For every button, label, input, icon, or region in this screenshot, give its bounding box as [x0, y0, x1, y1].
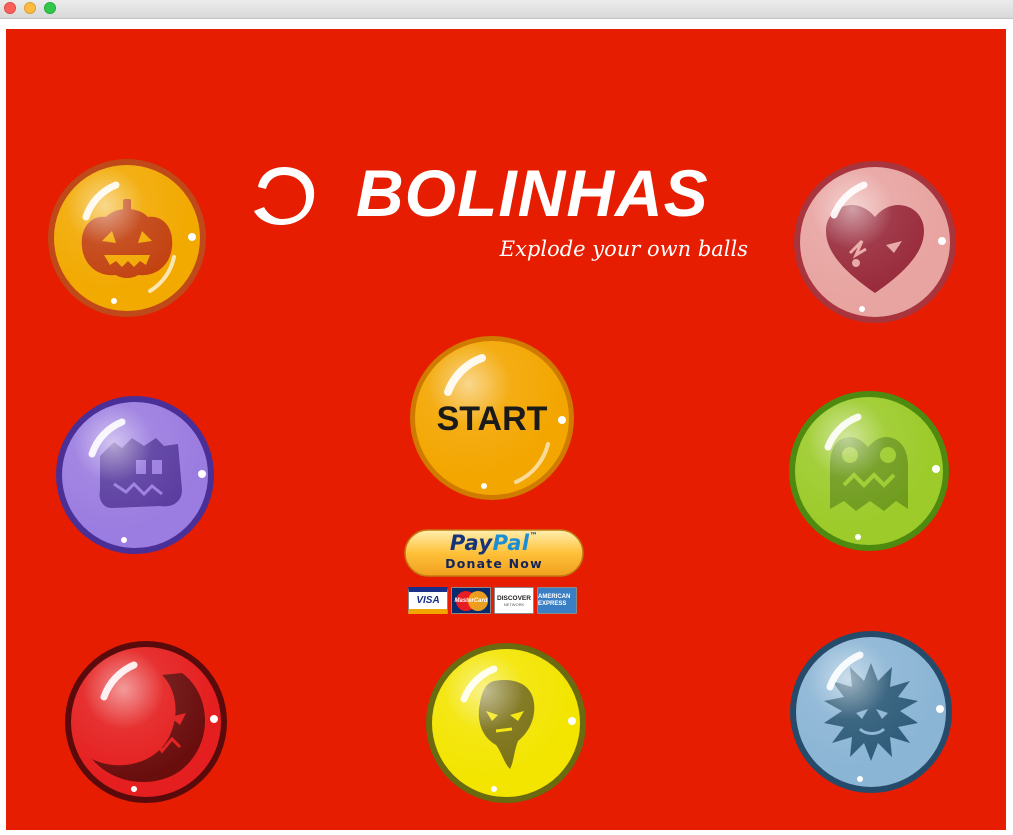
minimize-window-button[interactable] — [24, 2, 36, 14]
blue-spiky-ball[interactable] — [786, 629, 956, 795]
game-stage: BOLINHAS Explode your own balls START Pa… — [6, 29, 1006, 830]
yellow-ghost-ball[interactable] — [424, 641, 588, 805]
heart-ball[interactable] — [790, 159, 960, 325]
window-titlebar — [0, 0, 1013, 19]
mastercard-icon: MasterCard — [451, 587, 491, 614]
app-tagline: Explode your own balls — [499, 237, 748, 261]
app-logo: BOLINHAS Explode your own balls — [248, 156, 748, 269]
paypal-donate-button[interactable]: PayPal™ Donate Now — [404, 529, 584, 579]
app-title: BOLINHAS — [356, 156, 709, 230]
discover-card-icon: DISCOVER NETWORK — [494, 587, 534, 614]
red-moon-ball[interactable] — [62, 639, 230, 805]
pumpkin-ball[interactable] — [46, 157, 209, 320]
amex-card-icon: AMERICAN EXPRESS — [537, 587, 577, 614]
bubble-logo-icon — [254, 167, 315, 225]
close-window-button[interactable] — [4, 2, 16, 14]
maximize-window-button[interactable] — [44, 2, 56, 14]
start-label: START — [437, 400, 548, 438]
purple-monster-ball[interactable] — [52, 394, 218, 556]
paypal-logo: PayPal™ — [449, 531, 539, 555]
payment-cards: VISA MasterCard DISCOVER NETWORK AMERICAN… — [408, 587, 583, 616]
visa-card-icon: VISA — [408, 587, 448, 614]
donate-label: Donate Now — [445, 556, 543, 571]
green-monster-ball[interactable] — [786, 389, 952, 553]
start-button[interactable]: START — [408, 334, 576, 502]
